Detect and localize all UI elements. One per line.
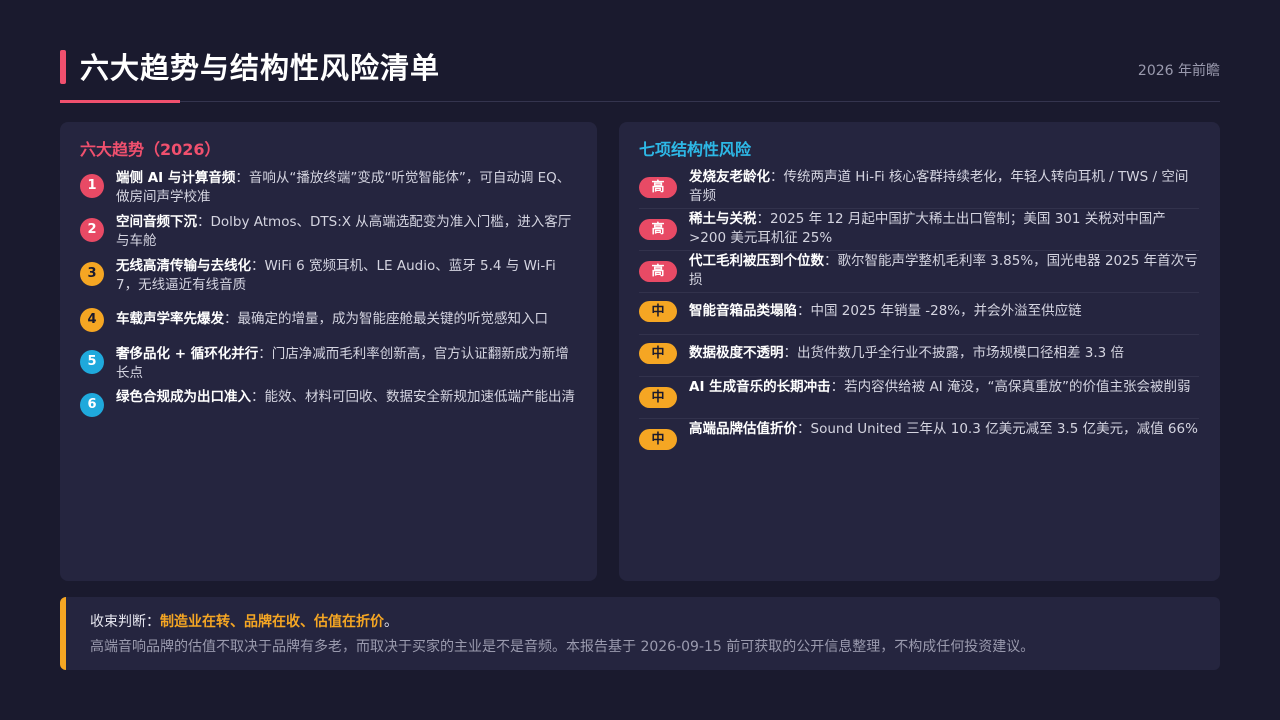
risk-text: AI 生成音乐的长期冲击：若内容供给被 AI 淹没，“高保真重放”的价值主张会被… bbox=[689, 378, 1190, 397]
conclusion-note: 高端音响品牌的估值不取决于品牌有多老，而取决于买家的主业是不是音频。本报告基于 … bbox=[90, 639, 1035, 655]
header-divider bbox=[60, 101, 1220, 102]
risk-item: 高 发烧友老龄化：传统两声道 Hi-Fi 核心客群持续老化，年轻人转向耳机 / … bbox=[639, 168, 1199, 206]
risk-desc: ：中国 2025 年销量 -28%，并会外溢至供应链 bbox=[797, 303, 1082, 319]
risk-level-badge: 中 bbox=[639, 429, 677, 450]
risks-card: 七项结构性风险 高 发烧友老龄化：传统两声道 Hi-Fi 核心客群持续老化，年轻… bbox=[619, 122, 1220, 581]
page-subtitle: 2026 年前瞻 bbox=[1137, 63, 1220, 79]
conclusion-label: 收束判断： bbox=[90, 614, 160, 630]
risk-text: 代工毛利被压到个位数：歌尔智能声学整机毛利率 3.85%，国光电器 2025 年… bbox=[689, 252, 1199, 290]
risk-divider bbox=[639, 208, 1199, 209]
risk-desc: ：若内容供给被 AI 淹没，“高保真重放”的价值主张会被削弱 bbox=[830, 379, 1191, 395]
risk-level-badge: 中 bbox=[639, 343, 677, 364]
risk-desc: ：Sound United 三年从 10.3 亿美元减至 3.5 亿美元，减值 … bbox=[797, 421, 1198, 437]
conclusion-highlight: 制造业在转、品牌在收、估值在折价 bbox=[160, 614, 384, 630]
trend-item: 3 无线高清传输与去线化：WiFi 6 宽频耳机、LE Audio、蓝牙 5.4… bbox=[80, 257, 580, 295]
trend-text: 端侧 AI 与计算音频：音响从“播放终端”变成“听觉智能体”，可自动调 EQ、做… bbox=[116, 169, 580, 207]
trend-text: 车载声学率先爆发：最确定的增量，成为智能座舱最关键的听觉感知入口 bbox=[116, 308, 548, 332]
trend-title: 无线高清传输与去线化 bbox=[116, 258, 251, 274]
trend-number-badge: 2 bbox=[80, 218, 104, 242]
risk-item: 中 AI 生成音乐的长期冲击：若内容供给被 AI 淹没，“高保真重放”的价值主张… bbox=[639, 378, 1199, 408]
trend-title: 奢侈品化 + 循环化并行 bbox=[116, 346, 259, 362]
trend-item: 5 奢侈品化 + 循环化并行：门店净减而毛利率创新高，官方认证翻新成为新增长点 bbox=[80, 345, 580, 383]
risk-item: 中 智能音箱品类塌陷：中国 2025 年销量 -28%，并会外溢至供应链 bbox=[639, 301, 1199, 322]
trend-title: 空间音频下沉 bbox=[116, 214, 197, 230]
risk-title: 稀土与关税 bbox=[689, 211, 757, 227]
trend-number-badge: 6 bbox=[80, 393, 104, 417]
risk-text: 高端品牌估值折价：Sound United 三年从 10.3 亿美元减至 3.5… bbox=[689, 420, 1198, 439]
page-title: 六大趋势与结构性风险清单 bbox=[80, 51, 441, 85]
trend-title: 绿色合规成为出口准入 bbox=[116, 389, 251, 405]
risk-level-badge: 高 bbox=[639, 219, 677, 240]
trend-number-badge: 3 bbox=[80, 262, 104, 286]
trend-number-badge: 1 bbox=[80, 174, 104, 198]
conclusion-end: 。 bbox=[384, 614, 398, 630]
risk-item: 中 数据极度不透明：出货件数几乎全行业不披露，市场规模口径相差 3.3 倍 bbox=[639, 343, 1199, 364]
trend-number-badge: 5 bbox=[80, 350, 104, 374]
trend-item: 4 车载声学率先爆发：最确定的增量，成为智能座舱最关键的听觉感知入口 bbox=[80, 308, 580, 332]
title-accent-bar bbox=[60, 50, 66, 84]
risk-title: 发烧友老龄化 bbox=[689, 169, 770, 185]
risk-title: 智能音箱品类塌陷 bbox=[689, 303, 797, 319]
trend-text: 无线高清传输与去线化：WiFi 6 宽频耳机、LE Audio、蓝牙 5.4 与… bbox=[116, 257, 580, 295]
trend-item: 6 绿色合规成为出口准入：能效、材料可回收、数据安全新规加速低端产能出清 bbox=[80, 388, 580, 417]
risk-text: 稀土与关税：2025 年 12 月起中国扩大稀土出口管制；美国 301 关税对中… bbox=[689, 210, 1199, 248]
trends-card: 六大趋势（2026） 1 端侧 AI 与计算音频：音响从“播放终端”变成“听觉智… bbox=[60, 122, 597, 581]
risk-desc: ：2025 年 12 月起中国扩大稀土出口管制；美国 301 关税对中国产 >2… bbox=[689, 211, 1166, 246]
risk-level-badge: 高 bbox=[639, 261, 677, 282]
trend-item: 2 空间音频下沉：Dolby Atmos、DTS:X 从高端选配变为准入门槛，进… bbox=[80, 213, 580, 251]
trend-text: 奢侈品化 + 循环化并行：门店净减而毛利率创新高，官方认证翻新成为新增长点 bbox=[116, 345, 580, 383]
trend-number-badge: 4 bbox=[80, 308, 104, 332]
conclusion-box: 收束判断：制造业在转、品牌在收、估值在折价。 高端音响品牌的估值不取决于品牌有多… bbox=[60, 597, 1220, 670]
risk-item: 高 稀土与关税：2025 年 12 月起中国扩大稀土出口管制；美国 301 关税… bbox=[639, 210, 1199, 248]
conclusion-accent-bar bbox=[60, 597, 66, 670]
trend-text: 绿色合规成为出口准入：能效、材料可回收、数据安全新规加速低端产能出清 bbox=[116, 388, 575, 417]
risk-title: 高端品牌估值折价 bbox=[689, 421, 797, 437]
risk-divider bbox=[639, 376, 1199, 377]
trend-text: 空间音频下沉：Dolby Atmos、DTS:X 从高端选配变为准入门槛，进入客… bbox=[116, 213, 580, 251]
risk-item: 中 高端品牌估值折价：Sound United 三年从 10.3 亿美元减至 3… bbox=[639, 420, 1199, 450]
header-divider-accent bbox=[60, 100, 180, 103]
risk-title: 代工毛利被压到个位数 bbox=[689, 253, 824, 269]
conclusion-judgment: 收束判断：制造业在转、品牌在收、估值在折价。 bbox=[90, 611, 398, 631]
risk-text: 发烧友老龄化：传统两声道 Hi-Fi 核心客群持续老化，年轻人转向耳机 / TW… bbox=[689, 168, 1199, 206]
trend-title: 端侧 AI 与计算音频 bbox=[116, 170, 236, 186]
risk-divider bbox=[639, 292, 1199, 293]
risks-heading: 七项结构性风险 bbox=[639, 140, 752, 159]
trends-heading: 六大趋势（2026） bbox=[80, 140, 221, 159]
risk-level-badge: 高 bbox=[639, 177, 677, 198]
trend-desc: ：最确定的增量，成为智能座舱最关键的听觉感知入口 bbox=[224, 311, 548, 327]
risk-divider bbox=[639, 418, 1199, 419]
risk-title: 数据极度不透明 bbox=[689, 345, 784, 361]
risk-text: 智能音箱品类塌陷：中国 2025 年销量 -28%，并会外溢至供应链 bbox=[689, 302, 1082, 321]
risk-desc: ：出货件数几乎全行业不披露，市场规模口径相差 3.3 倍 bbox=[783, 345, 1125, 361]
trend-desc: ：能效、材料可回收、数据安全新规加速低端产能出清 bbox=[251, 389, 575, 405]
risk-divider bbox=[639, 250, 1199, 251]
trend-title: 车载声学率先爆发 bbox=[116, 311, 224, 327]
trend-item: 1 端侧 AI 与计算音频：音响从“播放终端”变成“听觉智能体”，可自动调 EQ… bbox=[80, 169, 580, 207]
risk-title: AI 生成音乐的长期冲击 bbox=[689, 379, 831, 395]
risk-level-badge: 中 bbox=[639, 301, 677, 322]
risk-text: 数据极度不透明：出货件数几乎全行业不披露，市场规模口径相差 3.3 倍 bbox=[689, 344, 1124, 363]
risk-level-badge: 中 bbox=[639, 387, 677, 408]
risk-divider bbox=[639, 334, 1199, 335]
risk-item: 高 代工毛利被压到个位数：歌尔智能声学整机毛利率 3.85%，国光电器 2025… bbox=[639, 252, 1199, 290]
